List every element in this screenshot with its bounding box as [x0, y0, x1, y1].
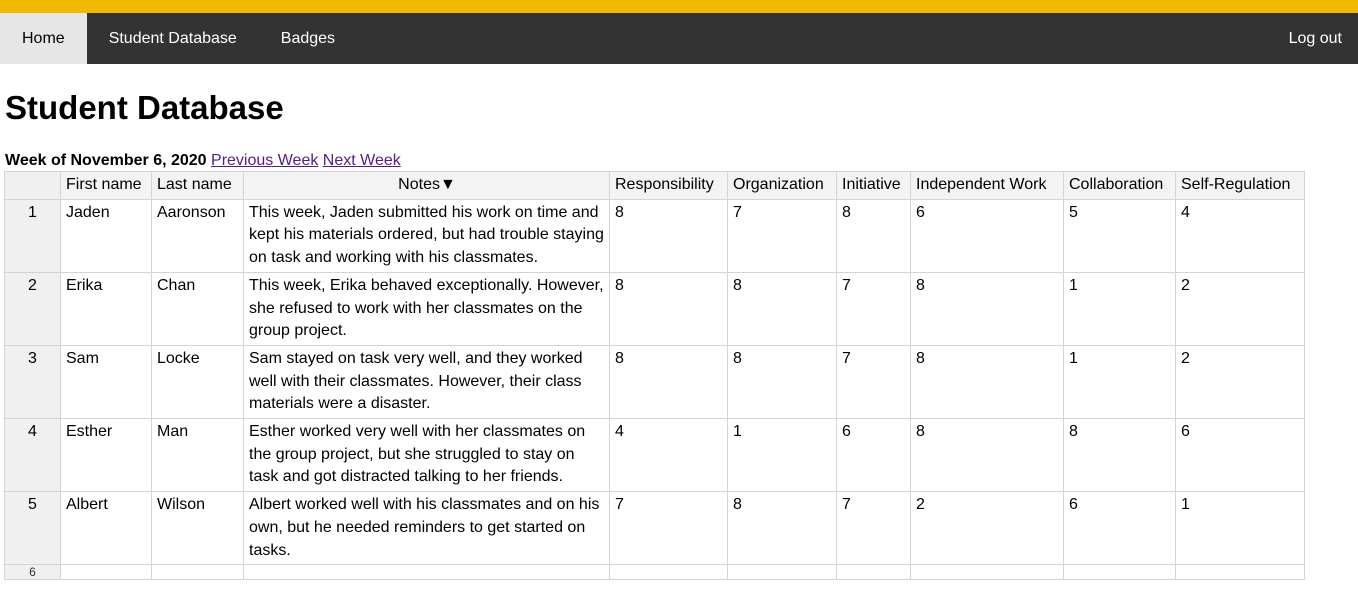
- self-regulation-header[interactable]: Self-Regulation: [1175, 171, 1305, 200]
- independent-work-cell[interactable]: 8: [910, 271, 1064, 346]
- responsibility-cell[interactable]: 8: [609, 344, 728, 420]
- previous-week-link[interactable]: Previous Week: [211, 152, 318, 169]
- self-regulation-cell[interactable]: 6: [1175, 418, 1305, 493]
- last-name-cell[interactable]: Locke: [151, 344, 244, 420]
- last-name-cell[interactable]: Chan: [151, 271, 244, 346]
- collaboration-header[interactable]: Collaboration: [1063, 171, 1176, 200]
- initiative-cell[interactable]: 7: [836, 491, 911, 566]
- collaboration-cell[interactable]: 6: [1063, 491, 1176, 566]
- self-regulation-cell[interactable]: 2: [1175, 344, 1305, 420]
- collaboration-cell[interactable]: 8: [1063, 418, 1176, 493]
- responsibility-cell[interactable]: 8: [609, 198, 728, 273]
- table-row: 4 Esther Man Esther worked very well wit…: [4, 418, 1305, 493]
- first-name-header[interactable]: First name: [60, 171, 152, 200]
- row-number: 6: [4, 564, 61, 581]
- independent-work-cell[interactable]: 8: [910, 418, 1064, 493]
- organization-cell[interactable]: 1: [727, 418, 837, 493]
- top-navigation: Home Student Database Badges Log out: [0, 13, 1358, 64]
- first-name-cell[interactable]: Jaden: [60, 198, 152, 273]
- self-regulation-cell[interactable]: 1: [1175, 491, 1305, 566]
- independent-work-cell[interactable]: 6: [910, 198, 1064, 273]
- last-name-cell[interactable]: Wilson: [151, 491, 244, 566]
- initiative-cell[interactable]: 7: [836, 344, 911, 420]
- next-week-link[interactable]: Next Week: [323, 152, 401, 169]
- notes-cell[interactable]: This week, Jaden submitted his work on t…: [243, 198, 610, 273]
- student-table: First name Last name Notes▼ Responsibili…: [4, 171, 1305, 581]
- last-name-cell[interactable]: Man: [151, 418, 244, 493]
- independent-work-header[interactable]: Independent Work: [910, 171, 1064, 200]
- page-title: Student Database: [5, 89, 284, 126]
- initiative-cell[interactable]: 7: [836, 271, 911, 346]
- responsibility-cell[interactable]: 8: [609, 271, 728, 346]
- independent-work-cell[interactable]: 8: [910, 344, 1064, 420]
- row-number: 3: [4, 344, 61, 420]
- initiative-cell[interactable]: 6: [836, 418, 911, 493]
- first-name-cell[interactable]: Esther: [60, 418, 152, 493]
- table-row: 5 Albert Wilson Albert worked well with …: [4, 491, 1305, 566]
- row-number: 1: [4, 198, 61, 273]
- nav-badges[interactable]: Badges: [259, 13, 357, 64]
- organization-cell[interactable]: 7: [727, 198, 837, 273]
- last-name-header[interactable]: Last name: [151, 171, 244, 200]
- row-number: 2: [4, 271, 61, 346]
- nav-logout[interactable]: Log out: [1273, 13, 1358, 64]
- independent-work-cell[interactable]: 2: [910, 491, 1064, 566]
- table-row: 3 Sam Locke Sam stayed on task very well…: [4, 344, 1305, 420]
- first-name-cell[interactable]: Erika: [60, 271, 152, 346]
- organization-header[interactable]: Organization: [727, 171, 837, 200]
- first-name-cell[interactable]: Sam: [60, 344, 152, 420]
- self-regulation-cell[interactable]: 2: [1175, 271, 1305, 346]
- collaboration-cell[interactable]: 1: [1063, 344, 1176, 420]
- notes-cell[interactable]: Albert worked well with his classmates a…: [243, 491, 610, 566]
- accent-bar: [0, 0, 1358, 13]
- table-header-row: First name Last name Notes▼ Responsibili…: [4, 171, 1305, 200]
- notes-header[interactable]: Notes▼: [243, 171, 610, 200]
- notes-cell[interactable]: Esther worked very well with her classma…: [243, 418, 610, 493]
- week-navigation: Week of November 6, 2020 Previous Week N…: [5, 151, 401, 171]
- row-number: 4: [4, 418, 61, 493]
- collaboration-cell[interactable]: 1: [1063, 271, 1176, 346]
- nav-home[interactable]: Home: [0, 13, 87, 64]
- organization-cell[interactable]: 8: [727, 491, 837, 566]
- notes-cell[interactable]: This week, Erika behaved exceptionally. …: [243, 271, 610, 346]
- initiative-header[interactable]: Initiative: [836, 171, 911, 200]
- initiative-cell[interactable]: 8: [836, 198, 911, 273]
- row-number-header: [4, 171, 61, 200]
- organization-cell[interactable]: 8: [727, 344, 837, 420]
- collaboration-cell[interactable]: 5: [1063, 198, 1176, 273]
- last-name-cell[interactable]: Aaronson: [151, 198, 244, 273]
- row-number: 5: [4, 491, 61, 566]
- table-row: 6: [4, 564, 1305, 581]
- table-row: 2 Erika Chan This week, Erika behaved ex…: [4, 271, 1305, 346]
- week-label: Week of November 6, 2020: [5, 152, 207, 169]
- organization-cell[interactable]: 8: [727, 271, 837, 346]
- responsibility-cell[interactable]: 4: [609, 418, 728, 493]
- responsibility-cell[interactable]: 7: [609, 491, 728, 566]
- notes-cell[interactable]: Sam stayed on task very well, and they w…: [243, 344, 610, 420]
- table-row: 1 Jaden Aaronson This week, Jaden submit…: [4, 198, 1305, 273]
- nav-student-database[interactable]: Student Database: [87, 13, 259, 64]
- self-regulation-cell[interactable]: 4: [1175, 198, 1305, 273]
- responsibility-header[interactable]: Responsibility: [609, 171, 728, 200]
- first-name-cell[interactable]: Albert: [60, 491, 152, 566]
